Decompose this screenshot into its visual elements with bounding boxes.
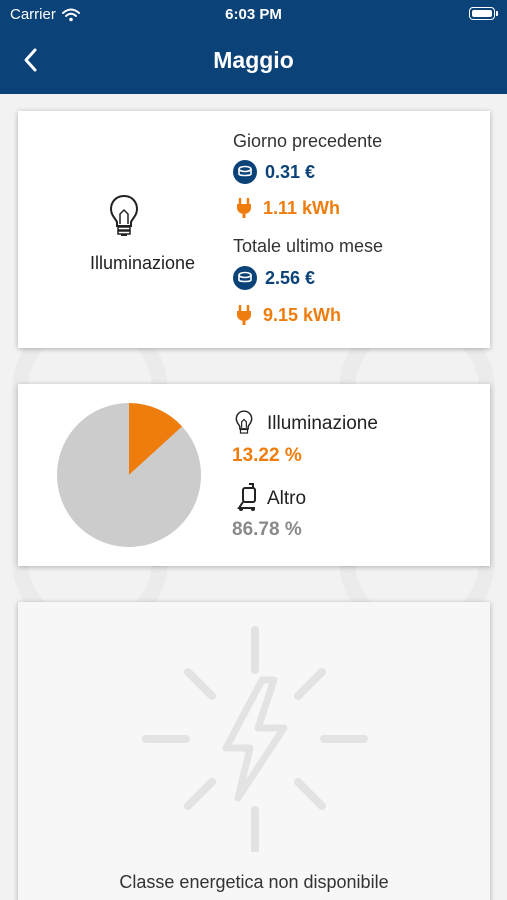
plug-icon [237,197,251,218]
previous-day-label: Giorno precedente [233,131,383,151]
previous-day-cost-value: 0.31 € [265,161,316,182]
last-month-energy-value: 9.15 kWh [263,304,342,325]
consumption-card: Illuminazione Giorno precedente 0.31 € 1… [18,111,490,348]
last-month-cost: 2.56 € [233,266,315,290]
legend-value-other: 86.78 % [232,519,302,540]
status-time: 6:03 PM [225,6,282,23]
previous-day-cost: 0.31 € [233,160,315,184]
plug-icon [237,304,251,325]
energy-class-card: Classe energetica non disponibile [18,602,490,900]
consumption-pie-chart [56,403,201,547]
legend-value-lighting: 13.22 % [232,445,302,466]
last-month-energy: 9.15 kWh [233,304,341,326]
navigation-header: Carrier 6:03 PM Maggio [0,0,507,94]
lightbulb-icon [235,410,253,434]
previous-day-energy-value: 1.11 kWh [263,197,341,218]
legend-label-lighting: Illuminazione [267,413,378,434]
coins-icon [233,266,257,290]
last-month-cost-value: 2.56 € [265,267,316,288]
legend-label-other: Altro [267,488,307,509]
category-label: Illuminazione [89,253,196,273]
battery-icon [469,7,498,20]
page-title: Maggio [213,47,294,73]
vacuum-cleaner-icon [237,483,256,511]
status-bar: Carrier 6:03 PM [0,0,507,28]
last-month-label: Totale ultimo mese [233,236,384,256]
coins-icon [233,160,257,184]
previous-day-energy: 1.11 kWh [233,197,340,219]
energy-class-message: Classe energetica non disponibile [119,872,389,892]
breakdown-card: Illuminazione 13.22 % Altro 86.78 % [18,384,490,566]
lightning-bolt-icon [142,626,368,852]
lightbulb-icon [109,194,139,236]
